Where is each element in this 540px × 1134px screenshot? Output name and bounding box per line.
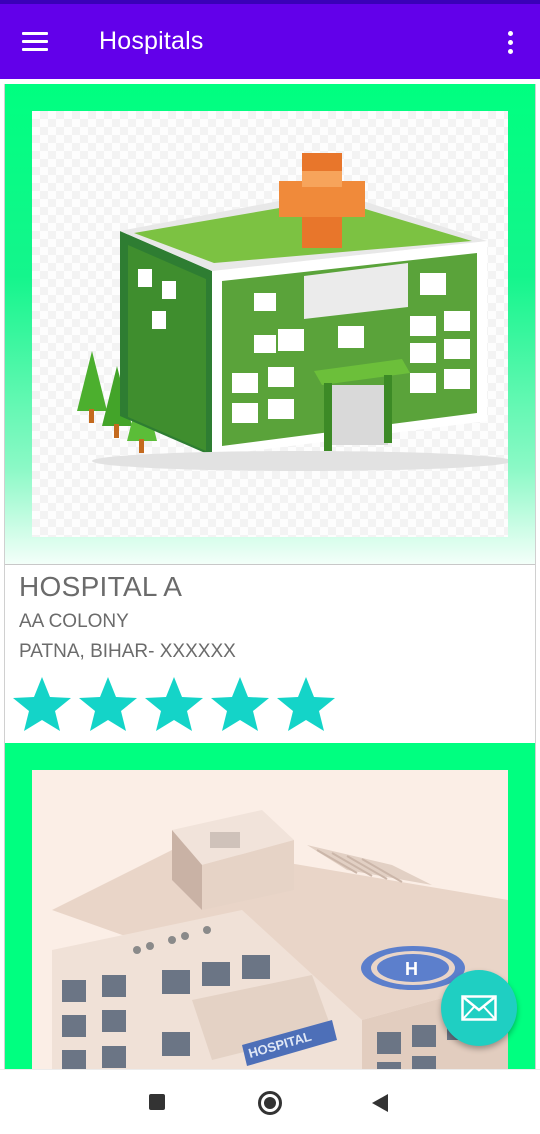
rating-stars [10, 674, 338, 734]
hamburger-menu-icon[interactable] [22, 24, 56, 58]
app-bar: Hospitals [0, 4, 540, 79]
system-navigation-bar [0, 1069, 540, 1134]
recent-apps-square-icon[interactable] [149, 1094, 165, 1110]
home-circle-icon[interactable] [258, 1091, 282, 1115]
green-hospital-building-illustration [77, 153, 512, 471]
star-icon [13, 677, 71, 731]
hospital-image: H HOSPITAL [32, 770, 508, 1069]
more-vert-icon[interactable] [496, 26, 524, 58]
svg-text:H: H [405, 959, 418, 979]
mail-fab-button[interactable] [441, 970, 517, 1046]
hospital-card[interactable]: HOSPITAL A AA COLONY PATNA, BIHAR- XXXXX… [4, 84, 536, 744]
hospital-image-frame [5, 84, 535, 565]
page-title: Hospitals [99, 27, 204, 55]
hospital-address-line2: PATNA, BIHAR- XXXXXX [19, 641, 236, 662]
back-triangle-icon[interactable] [372, 1094, 388, 1112]
star-icon [79, 677, 137, 731]
hospital-address-line1: AA COLONY [19, 611, 129, 632]
white-hospital-building-with-helipad-illustration: H HOSPITAL [52, 810, 508, 1069]
star-icon [211, 677, 269, 731]
star-icon [145, 677, 203, 731]
mail-envelope-icon [461, 995, 497, 1021]
star-icon [277, 677, 335, 731]
hospital-name: HOSPITAL A [19, 571, 183, 602]
hospital-image [32, 111, 512, 537]
hospital-list[interactable]: HOSPITAL A AA COLONY PATNA, BIHAR- XXXXX… [0, 79, 540, 1069]
